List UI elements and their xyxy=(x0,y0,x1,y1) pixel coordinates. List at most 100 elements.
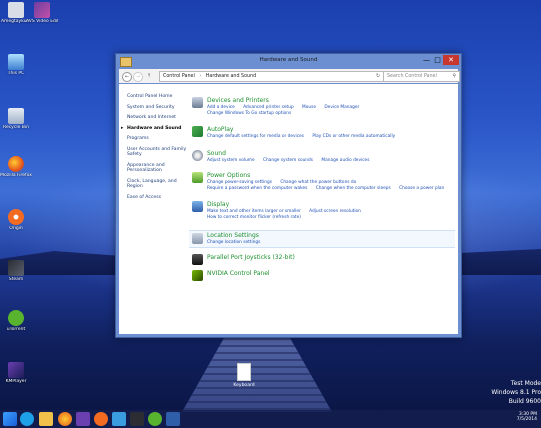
joystick-icon xyxy=(192,254,203,265)
file-icon xyxy=(8,2,24,18)
kmplayer-icon[interactable] xyxy=(76,412,90,426)
link-audio-devices[interactable]: Manage audio devices xyxy=(321,158,369,163)
category-heading[interactable]: NVIDIA Control Panel xyxy=(207,270,270,277)
search-placeholder: Search Control Panel xyxy=(387,74,437,79)
search-icon: ⚲ xyxy=(452,74,456,79)
title-bar[interactable]: Hardware and Sound — □ ✕ xyxy=(116,54,461,68)
steam-icon[interactable] xyxy=(130,412,144,426)
close-button[interactable]: ✕ xyxy=(443,55,459,65)
minimize-button[interactable]: — xyxy=(421,55,432,65)
desktop-icon-origin[interactable]: Origin xyxy=(0,209,32,231)
link-location-settings[interactable]: Change location settings xyxy=(207,240,260,245)
link-system-sounds[interactable]: Change system sounds xyxy=(263,158,313,163)
category-autoplay: AutoPlay Change default settings for med… xyxy=(192,126,452,142)
category-heading[interactable]: Power Options xyxy=(207,172,250,179)
link-device-manager[interactable]: Device Manager xyxy=(324,105,359,110)
link-power-plan[interactable]: Choose a power plan xyxy=(399,186,444,191)
link-mouse[interactable]: Mouse xyxy=(302,105,316,110)
desktop-icon-label: AVS Video Editor xyxy=(26,19,58,24)
link-windows-to-go[interactable]: Change Windows To Go startup options xyxy=(207,111,291,116)
link-monitor-flicker[interactable]: How to correct monitor flicker (refresh … xyxy=(207,215,301,220)
link-computer-sleeps[interactable]: Change when the computer sleeps xyxy=(316,186,391,191)
control-panel-icon[interactable] xyxy=(112,412,126,426)
computer-icon xyxy=(8,54,24,70)
file-icon xyxy=(237,363,251,381)
link-text-size[interactable]: Make text and other items larger or smal… xyxy=(207,209,301,214)
link-play-cds[interactable]: Play CDs or other media automatically xyxy=(312,134,395,139)
link-power-buttons[interactable]: Change what the power buttons do xyxy=(280,180,356,185)
link-screen-resolution[interactable]: Adjust screen resolution xyxy=(309,209,361,214)
search-input[interactable]: Search Control Panel ⚲ xyxy=(383,71,460,82)
utorrent-icon[interactable] xyxy=(148,412,162,426)
recycle-bin-icon xyxy=(8,108,24,124)
nav-ease-of-access[interactable]: Ease of Access xyxy=(127,195,189,201)
firefox-icon[interactable] xyxy=(58,412,72,426)
nav-control-panel-home[interactable]: Control Panel Home xyxy=(127,94,189,100)
category-heading[interactable]: Devices and Printers xyxy=(207,97,269,104)
nav-hardware-and-sound[interactable]: Hardware and Sound xyxy=(121,126,189,132)
category-links: Change power-saving settings Change what… xyxy=(207,180,451,191)
store-icon[interactable] xyxy=(166,412,180,426)
category-links: Change location settings xyxy=(207,240,267,246)
forward-button[interactable]: → xyxy=(133,72,143,82)
desktop-icon-avs-video-editor[interactable]: AVS Video Editor xyxy=(26,2,58,24)
category-nvidia: NVIDIA Control Panel xyxy=(192,270,452,282)
nav-programs[interactable]: Programs xyxy=(127,136,189,142)
autoplay-icon xyxy=(192,126,203,137)
nav-user-accounts[interactable]: User Accounts and Family Safety xyxy=(127,147,189,158)
link-require-password[interactable]: Require a password when the computer wak… xyxy=(207,186,307,191)
category-heading[interactable]: Display xyxy=(207,201,229,208)
test-mode-watermark: Test Mode Windows 8.1 Pro Build 9600 xyxy=(491,379,541,406)
start-icon[interactable] xyxy=(3,412,17,426)
left-nav: Control Panel Home System and Security N… xyxy=(121,94,189,205)
breadcrumb-hardware-and-sound[interactable]: Hardware and Sound xyxy=(206,74,256,79)
desktop-icon-this-pc[interactable]: This PC xyxy=(0,54,32,76)
nav-clock-language-region[interactable]: Clock, Language, and Region xyxy=(127,179,189,190)
desktop-icon-label: This PC xyxy=(7,71,25,76)
link-adjust-volume[interactable]: Adjust system volume xyxy=(207,158,255,163)
category-sound: Sound Adjust system volume Change system… xyxy=(192,150,452,166)
category-heading[interactable]: Parallel Port Joysticks (32-bit) xyxy=(207,254,295,261)
nav-system-and-security[interactable]: System and Security xyxy=(127,105,189,111)
category-links: Make text and other items larger or smal… xyxy=(207,209,368,220)
desktop-icon-utorrent[interactable]: uTorrent xyxy=(0,310,32,332)
film-icon xyxy=(34,2,50,18)
nav-network-and-internet[interactable]: Network and Internet xyxy=(127,115,189,121)
watermark-line: Test Mode xyxy=(510,380,541,387)
watermark-line: Windows 8.1 Pro xyxy=(491,389,541,396)
link-advanced-printer-setup[interactable]: Advanced printer setup xyxy=(243,105,293,110)
desktop-icon-kmplayer[interactable]: KMPlayer xyxy=(0,362,32,384)
category-links: Add a device Advanced printer setup Mous… xyxy=(207,105,366,116)
origin-icon[interactable] xyxy=(94,412,108,426)
category-joysticks: Parallel Port Joysticks (32-bit) xyxy=(192,254,452,266)
clock-date: 7/5/2014 xyxy=(516,417,537,422)
up-button[interactable]: ↑ xyxy=(145,72,153,80)
category-heading[interactable]: Sound xyxy=(207,150,226,157)
content-pane: Control Panel Home System and Security N… xyxy=(119,84,458,334)
category-heading[interactable]: AutoPlay xyxy=(207,126,233,133)
internet-explorer-icon[interactable] xyxy=(20,412,34,426)
refresh-icon[interactable]: ↻ xyxy=(376,72,380,81)
category-heading[interactable]: Location Settings xyxy=(207,232,259,239)
file-explorer-icon[interactable] xyxy=(39,412,53,426)
breadcrumb-control-panel[interactable]: Control Panel xyxy=(163,74,195,79)
desktop-icon-label: Steam xyxy=(8,277,24,282)
link-autoplay-defaults[interactable]: Change default settings for media or dev… xyxy=(207,134,304,139)
kmplayer-icon xyxy=(8,362,24,378)
category-links: Change default settings for media or dev… xyxy=(207,134,402,140)
system-tray-clock[interactable]: 3:30 PM 7/5/2014 xyxy=(517,412,537,422)
desktop-icon-label: Keyboard xyxy=(233,383,255,388)
desktop-icon-keyboard[interactable]: Keyboard xyxy=(228,363,260,388)
maximize-button[interactable]: □ xyxy=(432,55,443,65)
desktop-icon-firefox[interactable]: Mozilla Firefox xyxy=(0,156,32,178)
link-add-device[interactable]: Add a device xyxy=(207,105,235,110)
category-location-settings: Location Settings Change location settin… xyxy=(189,230,455,248)
desktop-icon-label: Recycle Bin xyxy=(3,125,29,130)
desktop-icon-recycle-bin[interactable]: Recycle Bin xyxy=(0,108,32,130)
back-button[interactable]: ← xyxy=(122,72,132,82)
link-power-saving[interactable]: Change power-saving settings xyxy=(207,180,272,185)
nav-appearance[interactable]: Appearance and Personalization xyxy=(127,163,189,174)
desktop-icon-steam[interactable]: Steam xyxy=(0,260,32,282)
breadcrumb[interactable]: Control Panel › Hardware and Sound ↻ xyxy=(159,71,384,82)
location-icon xyxy=(192,233,203,244)
